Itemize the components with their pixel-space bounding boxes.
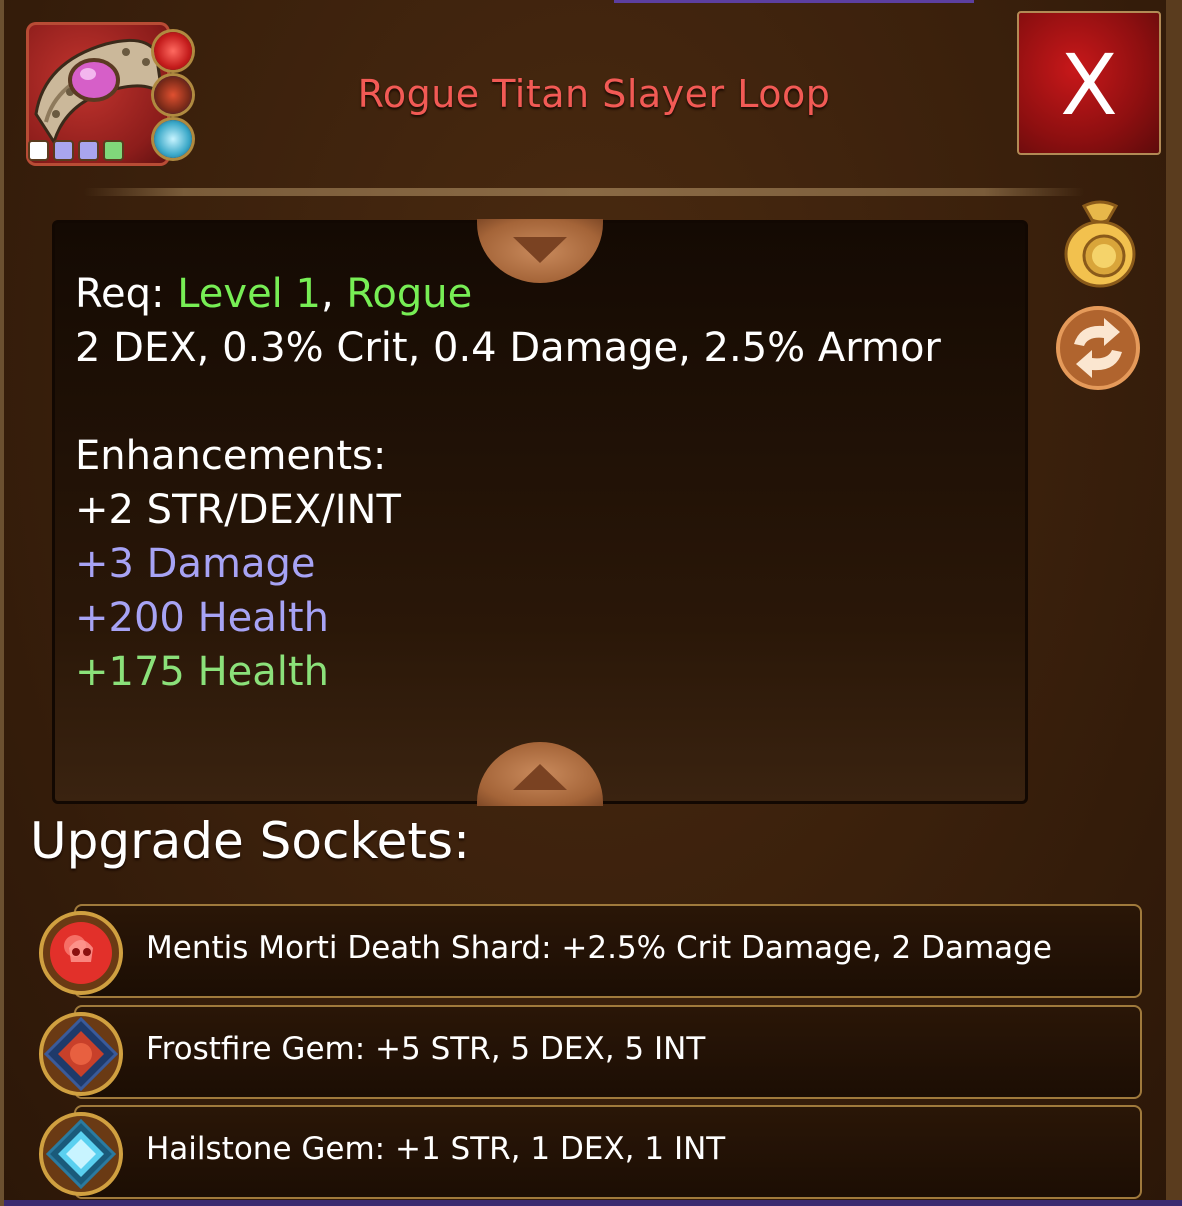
swap-icon[interactable] — [1054, 306, 1142, 394]
socket-text: Frostfire Gem: +5 STR, 5 DEX, 5 INT — [146, 1031, 706, 1067]
scroll-up-button[interactable] — [477, 219, 603, 283]
item-tooltip-panel: Rogue Titan Slayer Loop X Req: Level 1, … — [0, 0, 1182, 1206]
enhancement-line: +175 Health — [75, 649, 329, 695]
top-accent-strip — [614, 0, 974, 3]
frostfire-socket-icon — [154, 76, 192, 114]
requirement-label: Req: — [75, 271, 165, 317]
quality-indicators — [28, 140, 124, 161]
description-text: Req: Level 1, Rogue 2 DEX, 0.3% Crit, 0.… — [75, 267, 1005, 699]
hailstone-gem-icon — [38, 1111, 124, 1197]
red-skull-socket-icon — [154, 32, 192, 70]
frostfire-gem-icon — [38, 1011, 124, 1097]
chevron-down-icon — [513, 237, 567, 263]
quality-dot-white — [28, 140, 49, 161]
socket-text: Hailstone Gem: +1 STR, 1 DEX, 1 INT — [146, 1131, 726, 1167]
enhancement-line: +2 STR/DEX/INT — [75, 487, 401, 533]
requirement-separator: , — [320, 271, 334, 317]
quality-dot-green — [103, 140, 124, 161]
red-skull-gem-icon — [38, 910, 124, 996]
scroll-down-button[interactable] — [477, 742, 603, 806]
socket-text: Mentis Morti Death Shard: +2.5% Crit Dam… — [146, 930, 1052, 966]
hailstone-socket-icon — [154, 120, 192, 158]
quality-dot-purple — [53, 140, 74, 161]
chevron-up-icon — [513, 764, 567, 790]
quality-dot-purple — [78, 140, 99, 161]
money-bag-icon[interactable] — [1062, 198, 1138, 294]
bottom-accent-strip — [4, 1200, 1182, 1206]
socket-row[interactable]: Hailstone Gem: +1 STR, 1 DEX, 1 INT — [74, 1105, 1142, 1199]
enhancement-line: +3 Damage — [75, 541, 316, 587]
close-button[interactable]: X — [1017, 11, 1161, 155]
header-divider — [84, 188, 1084, 196]
requirement-class: Rogue — [346, 271, 473, 317]
requirement-level: Level 1 — [177, 271, 321, 317]
enhancements-header: Enhancements: — [75, 433, 387, 479]
socket-row[interactable]: Frostfire Gem: +5 STR, 5 DEX, 5 INT — [74, 1005, 1142, 1099]
socket-row[interactable]: Mentis Morti Death Shard: +2.5% Crit Dam… — [74, 904, 1142, 998]
description-box[interactable]: Req: Level 1, Rogue 2 DEX, 0.3% Crit, 0.… — [52, 220, 1028, 804]
item-title: Rogue Titan Slayer Loop — [357, 72, 831, 116]
enhancement-line: +200 Health — [75, 595, 329, 641]
base-stats-line: 2 DEX, 0.3% Crit, 0.4 Damage, 2.5% Armor — [75, 325, 941, 371]
upgrade-sockets-heading: Upgrade Sockets: — [30, 812, 470, 870]
